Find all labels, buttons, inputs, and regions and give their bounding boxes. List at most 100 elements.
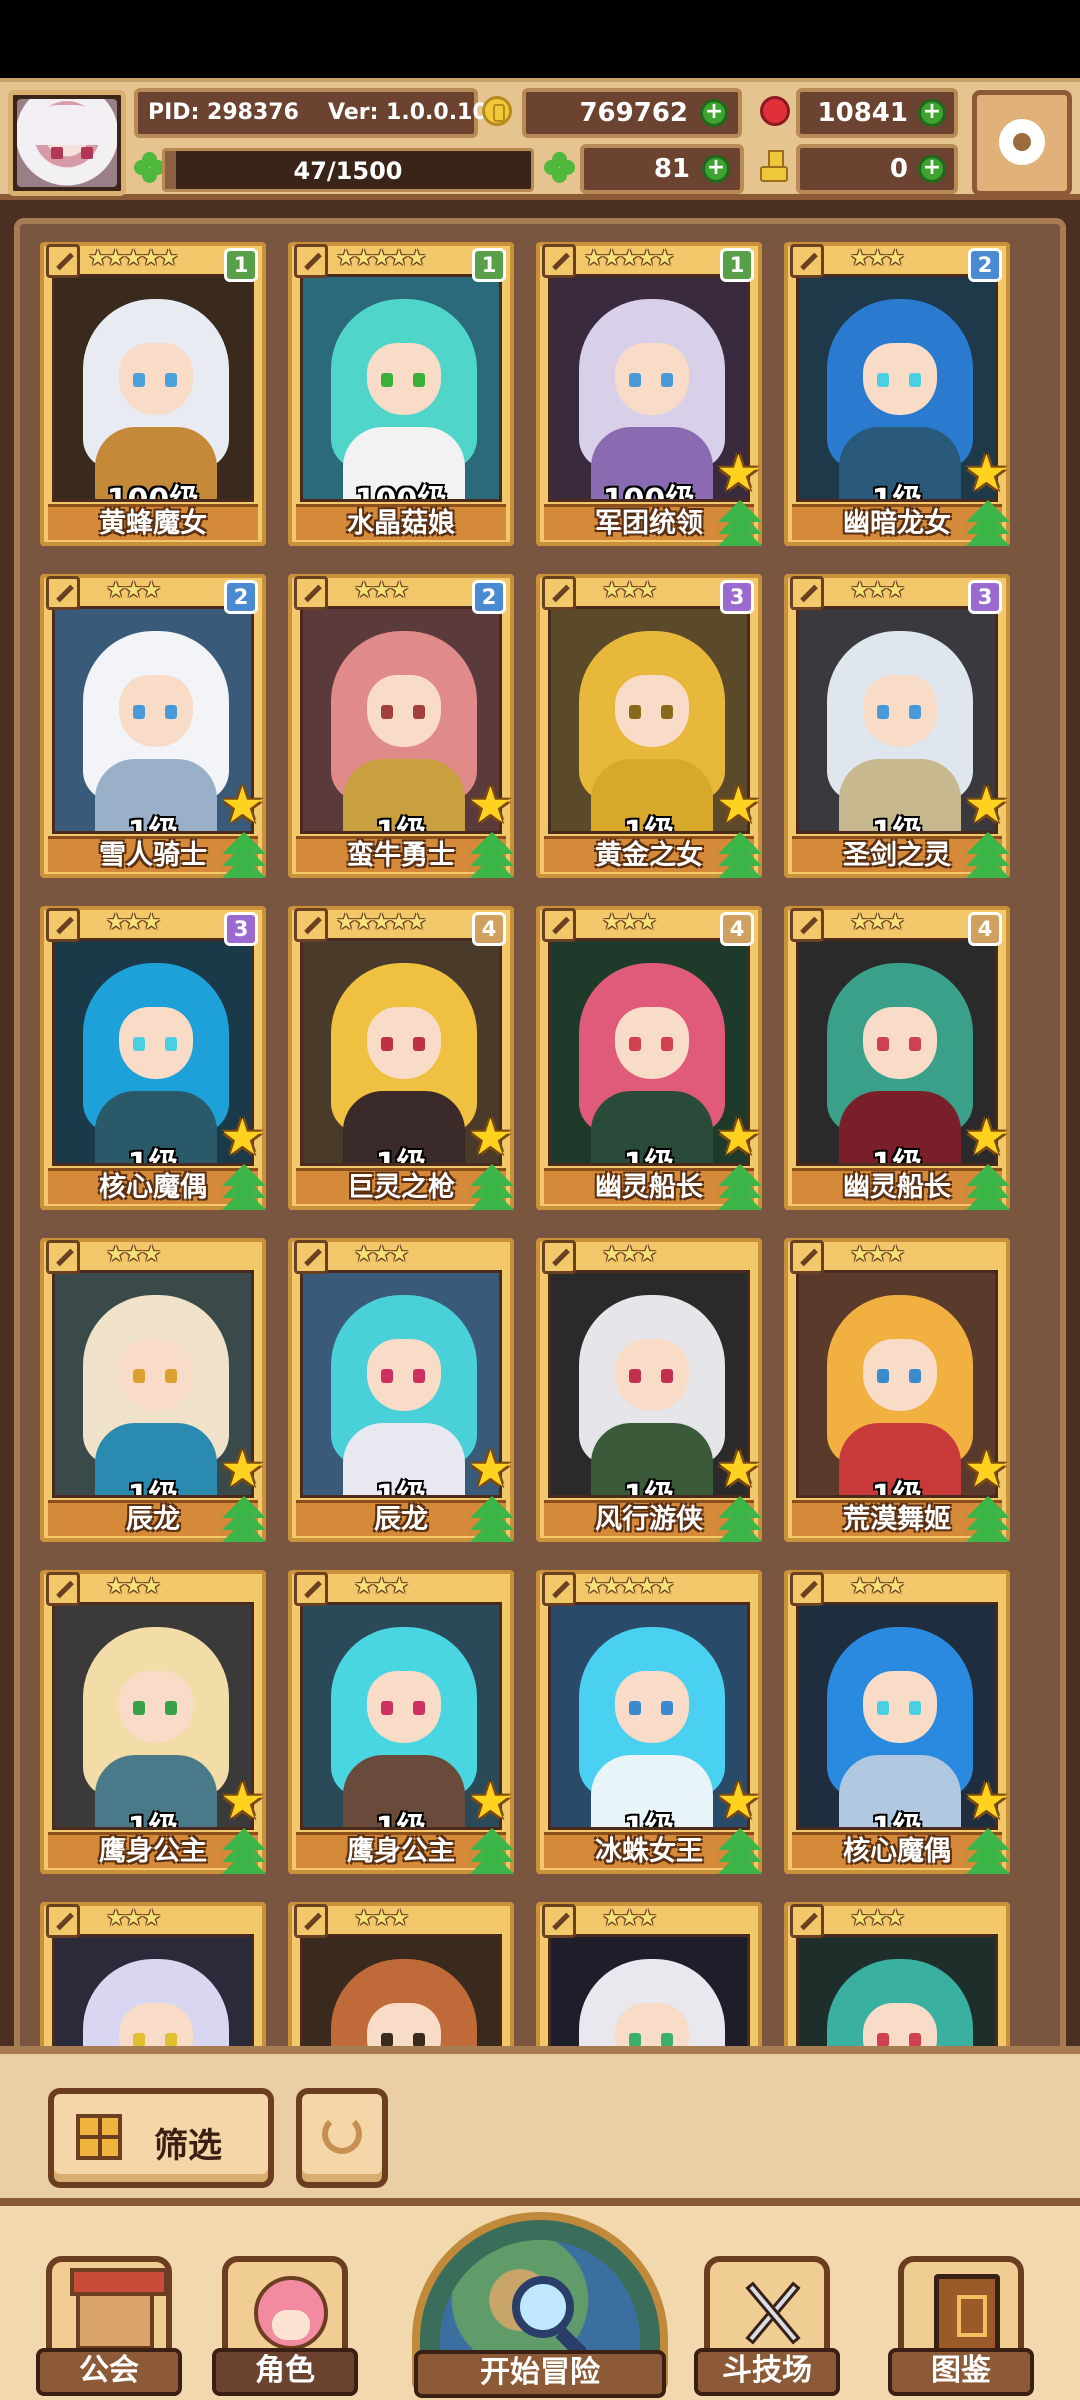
portrait-face	[367, 1339, 441, 1411]
portrait-face	[863, 343, 937, 415]
magnifier-map-icon	[512, 2276, 574, 2338]
portrait-face	[367, 675, 441, 747]
character-card[interactable]: 1级 雪人骑士 ★★★ 2 ★	[40, 574, 266, 878]
character-grid[interactable]: 100级 黄蜂魔女 ★★★★★ 1 100级 水晶菇娘 ★★★★★ 1 100级 军团统领 ★★★★…	[20, 224, 1072, 2064]
add-boots-button[interactable]: +	[918, 155, 946, 183]
player-avatar[interactable]	[8, 90, 126, 196]
character-card[interactable]: 1级 冰蛛女王 ★★★★★ ★	[536, 1570, 762, 1874]
nav-codex[interactable]: 图鉴	[888, 2256, 1034, 2396]
character-card[interactable]: 1级 幽灵船长 ★★★ 4 ★	[784, 906, 1010, 1210]
character-card[interactable]: 1级 幽暗龙女 ★★★ 2 ★	[784, 242, 1010, 546]
level-up-arrow-icon	[964, 500, 1012, 546]
player-header: PID: 298376 Ver: 1.0.0.10 769762 + 10841…	[0, 78, 1080, 200]
filter-button[interactable]: 筛选	[48, 2088, 274, 2188]
star-rating: ★★★	[106, 578, 161, 603]
add-clovers-button[interactable]: +	[702, 155, 730, 183]
add-gems-button[interactable]: +	[918, 99, 946, 127]
nav-adventure[interactable]: 开始冒险	[412, 2212, 668, 2400]
star-rating: ★★★	[354, 1906, 409, 1931]
nav-guild[interactable]: 公会	[36, 2256, 182, 2396]
portrait-eye	[133, 705, 145, 719]
nav-character-label: 角色	[212, 2348, 358, 2396]
portrait-eye	[877, 705, 889, 719]
character-card[interactable]: 1级 核心魔偶 ★★★ ★	[784, 1570, 1010, 1874]
portrait-eye	[413, 1369, 425, 1383]
level-up-arrow-icon	[220, 1828, 268, 1874]
settings-button[interactable]	[972, 90, 1072, 196]
nav-character[interactable]: 角色	[212, 2256, 358, 2396]
portrait-eye	[133, 2033, 145, 2047]
character-name: 黄蜂魔女	[48, 504, 258, 540]
portrait-face	[615, 1007, 689, 1079]
character-card[interactable]: 1级 荒漠舞姬 ★★★ ★	[784, 1238, 1010, 1542]
portrait-eye	[133, 1369, 145, 1383]
star-rating: ★★★	[850, 910, 905, 935]
portrait-eye	[381, 705, 393, 719]
star-rating: ★★★	[602, 578, 657, 603]
character-card[interactable]: ★★★	[784, 1902, 1010, 2064]
character-card[interactable]: ★★★	[536, 1902, 762, 2064]
star-rating: ★★★	[106, 910, 161, 935]
weapon-type-icon	[790, 908, 824, 942]
character-grid-frame: 100级 黄蜂魔女 ★★★★★ 1 100级 水晶菇娘 ★★★★★ 1 100级 军团统领 ★★★★…	[14, 218, 1066, 2064]
weapon-type-icon	[46, 576, 80, 610]
star-upgrade-icon: ★	[468, 1440, 513, 1498]
weapon-type-icon	[46, 1240, 80, 1274]
character-card[interactable]: 1级 黄金之女 ★★★ 3 ★	[536, 574, 762, 878]
boot-panel: 0 +	[796, 144, 958, 194]
portrait-eye	[877, 1701, 889, 1715]
portrait-eye	[413, 1701, 425, 1715]
tier-badge: 3	[968, 580, 1002, 614]
portrait-eye	[413, 2033, 425, 2047]
add-coins-button[interactable]: +	[700, 99, 728, 127]
star-upgrade-icon: ★	[964, 1772, 1009, 1830]
star-rating: ★★★	[354, 1574, 409, 1599]
star-upgrade-icon: ★	[220, 776, 265, 834]
character-card[interactable]: 1级 幽灵船长 ★★★ 4 ★	[536, 906, 762, 1210]
portrait-eye	[165, 1369, 177, 1383]
character-card[interactable]: 1级 辰龙 ★★★ ★	[288, 1238, 514, 1542]
character-card[interactable]: 1级 圣剑之灵 ★★★ 3 ★	[784, 574, 1010, 878]
weapon-type-icon	[790, 1240, 824, 1274]
character-card[interactable]: ★★★	[288, 1902, 514, 2064]
character-card[interactable]: 1级 鹰身公主 ★★★ ★	[288, 1570, 514, 1874]
portrait-eye	[629, 373, 641, 387]
portrait-eye	[909, 2033, 921, 2047]
level-up-arrow-icon	[468, 832, 516, 878]
star-rating: ★★★	[106, 1242, 161, 1267]
character-card[interactable]: 1级 鹰身公主 ★★★ ★	[40, 1570, 266, 1874]
character-card[interactable]: 1级 风行游侠 ★★★ ★	[536, 1238, 762, 1542]
portrait-eye	[629, 2033, 641, 2047]
coin-icon	[482, 96, 512, 126]
clover-panel: 81 +	[580, 144, 744, 194]
character-card[interactable]: 100级 水晶菇娘 ★★★★★ 1	[288, 242, 514, 546]
nav-guild-label: 公会	[36, 2348, 182, 2396]
character-card[interactable]: 1级 核心魔偶 ★★★ 3 ★	[40, 906, 266, 1210]
star-rating: ★★★	[106, 1574, 161, 1599]
level-up-arrow-icon	[964, 832, 1012, 878]
avatar-eye	[51, 147, 63, 159]
star-upgrade-icon: ★	[468, 1108, 513, 1166]
character-portrait-icon	[254, 2276, 328, 2350]
character-portrait	[52, 1934, 254, 2064]
portrait-eye	[381, 1037, 393, 1051]
character-card[interactable]: 1级 蛮牛勇士 ★★★ 2 ★	[288, 574, 514, 878]
character-card[interactable]: 1级 巨灵之枪 ★★★★★ 4 ★	[288, 906, 514, 1210]
star-rating: ★★★	[354, 578, 409, 603]
refresh-button[interactable]	[296, 2088, 388, 2188]
portrait-face	[615, 1339, 689, 1411]
weapon-type-icon	[294, 576, 328, 610]
character-card[interactable]: 1级 辰龙 ★★★ ★	[40, 1238, 266, 1542]
star-rating: ★★★★★	[584, 1574, 675, 1599]
portrait-eye	[909, 373, 921, 387]
character-card[interactable]: 100级 军团统领 ★★★★★ 1 ★	[536, 242, 762, 546]
weapon-type-icon	[46, 244, 80, 278]
star-rating: ★★★	[602, 1242, 657, 1267]
character-level: 100级	[106, 483, 200, 502]
portrait-face	[119, 1671, 193, 1743]
portrait-face	[119, 675, 193, 747]
character-card[interactable]: 100级 黄蜂魔女 ★★★★★ 1	[40, 242, 266, 546]
character-card[interactable]: ★★★	[40, 1902, 266, 2064]
tier-badge: 4	[472, 912, 506, 946]
nav-arena[interactable]: 斗技场	[694, 2256, 840, 2396]
